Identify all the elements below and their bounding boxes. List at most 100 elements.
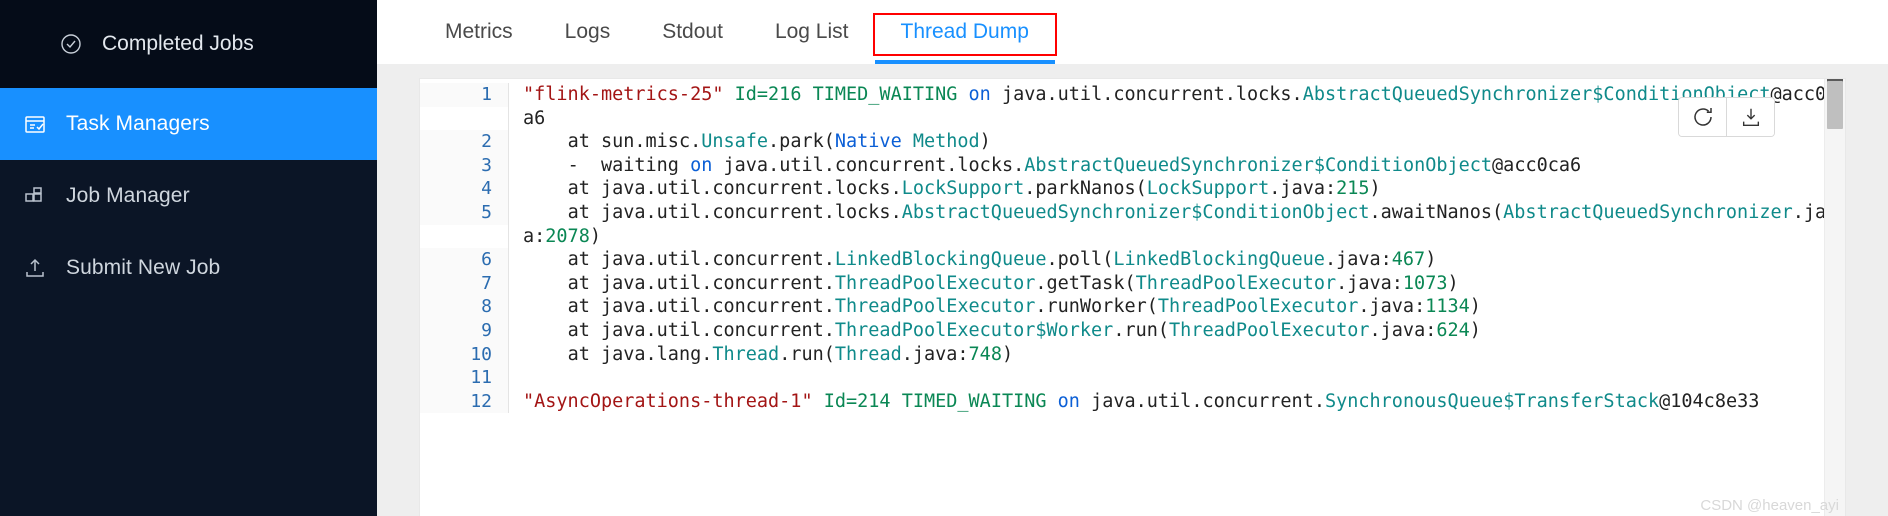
code-line: 12 "AsyncOperations-thread-1" Id=214 TIME… bbox=[420, 389, 1845, 414]
tab-label: Stdout bbox=[662, 20, 723, 43]
line-source: at java.util.concurrent.ThreadPoolExecut… bbox=[509, 272, 1845, 296]
code-line: 7 at java.util.concurrent.ThreadPoolExec… bbox=[420, 271, 1845, 296]
code-token: TIMED_WAITING bbox=[812, 84, 958, 105]
download-button[interactable] bbox=[1726, 98, 1774, 136]
line-number: 8 bbox=[420, 295, 508, 319]
code-token: @104c8e33 bbox=[1659, 390, 1760, 412]
code-line: 2 at sun.misc.Unsafe.park(Native Method) bbox=[420, 130, 1845, 154]
code-line: 11 bbox=[420, 366, 1845, 390]
tab-label: Log List bbox=[774, 20, 849, 43]
code-token: 1134 bbox=[1425, 296, 1470, 318]
line-number: 3 bbox=[420, 153, 508, 178]
sidebar-item-task-managers[interactable]: Task Managers bbox=[0, 88, 377, 160]
tab-label: Logs bbox=[564, 20, 611, 43]
sidebar-item-job-manager[interactable]: Job Manager bbox=[0, 160, 377, 232]
code-token: .java: bbox=[1324, 249, 1392, 271]
tab-log-list[interactable]: Log List bbox=[749, 0, 875, 64]
grid-blocks-icon bbox=[22, 183, 48, 209]
thread-dump-code[interactable]: 1 "flink-metrics-25" Id=216 TIMED_WAITING… bbox=[420, 79, 1845, 516]
code-token: 214 bbox=[857, 390, 891, 412]
line-number: 12 bbox=[420, 389, 508, 414]
line-number: 2 bbox=[420, 130, 508, 154]
code-token: 215 bbox=[1336, 178, 1370, 200]
line-source: - waiting on java.util.concurrent.locks.… bbox=[509, 154, 1845, 178]
code-token: .java: bbox=[1269, 178, 1337, 200]
code-token: .run( bbox=[779, 343, 835, 365]
code-token: Unsafe bbox=[701, 131, 769, 153]
line-source bbox=[509, 366, 1845, 390]
check-circle-icon bbox=[58, 31, 84, 57]
code-token: AbstractQueuedSynchronizer$ConditionObje… bbox=[901, 201, 1370, 223]
refresh-icon bbox=[1691, 105, 1715, 129]
code-token: TIMED_WAITING bbox=[901, 390, 1047, 412]
code-token: ThreadPoolExecutor bbox=[1169, 319, 1370, 341]
sidebar-header-completed-jobs[interactable]: Completed Jobs bbox=[0, 0, 377, 88]
tab-label: Metrics bbox=[445, 20, 513, 43]
code-line: 4 at java.util.concurrent.locks.LockSupp… bbox=[420, 177, 1845, 201]
line-source: "AsyncOperations-thread-1" Id=214 TIMED_… bbox=[509, 390, 1845, 414]
code-line: 9 at java.util.concurrent.ThreadPoolExec… bbox=[420, 318, 1845, 343]
vertical-scrollbar[interactable] bbox=[1824, 79, 1845, 516]
code-token: .parkNanos( bbox=[1024, 178, 1147, 200]
code-token: 748 bbox=[968, 343, 1002, 365]
tab-stdout[interactable]: Stdout bbox=[636, 0, 749, 64]
tab-label: Thread Dump bbox=[900, 20, 1029, 43]
main-content: Metrics Logs Stdout Log List Thread Dump bbox=[377, 0, 1888, 516]
code-token: at sun.misc. bbox=[523, 131, 702, 153]
tab-thread-dump[interactable]: Thread Dump bbox=[874, 0, 1056, 64]
code-token: ThreadPoolExecutor bbox=[834, 296, 1036, 318]
code-token: at java.util.concurrent.locks. bbox=[523, 201, 902, 223]
code-line: 8 at java.util.concurrent.ThreadPoolExec… bbox=[420, 295, 1845, 319]
sidebar: Completed Jobs Task Managers Job Manager… bbox=[0, 0, 377, 516]
code-token: ThreadPoolExecutor bbox=[834, 272, 1036, 294]
upload-icon bbox=[22, 255, 48, 281]
code-token: ThreadPoolExecutor bbox=[1135, 272, 1337, 294]
code-token: .getTask( bbox=[1035, 272, 1136, 294]
code-token: java.util.concurrent. bbox=[1079, 390, 1325, 412]
line-source: at java.util.concurrent.locks.LockSuppor… bbox=[509, 177, 1845, 201]
line-source: at sun.misc.Unsafe.park(Native Method) bbox=[509, 130, 1845, 154]
flink-dashboard: Completed Jobs Task Managers Job Manager… bbox=[0, 0, 1888, 516]
code-token: 216 bbox=[768, 84, 802, 105]
line-source: at java.util.concurrent.locks.AbstractQu… bbox=[509, 201, 1845, 248]
code-token: Method bbox=[912, 131, 980, 153]
code-token: LockSupport bbox=[901, 178, 1025, 200]
line-source: at java.util.concurrent.ThreadPoolExecut… bbox=[509, 295, 1845, 319]
code-token: java.util.concurrent.locks. bbox=[990, 84, 1303, 105]
code-token: SynchronousQueue$TransferStack bbox=[1324, 390, 1660, 412]
sidebar-item-label: Task Managers bbox=[66, 112, 210, 135]
code-token: .java: bbox=[1369, 319, 1437, 341]
line-number: 11 bbox=[420, 366, 508, 390]
code-token: LinkedBlockingQueue bbox=[834, 249, 1047, 271]
code-token: ) bbox=[1369, 178, 1381, 200]
line-number: 6 bbox=[420, 248, 508, 272]
refresh-button[interactable] bbox=[1679, 98, 1726, 136]
code-token: .java: bbox=[1336, 272, 1403, 294]
scrollbar-thumb[interactable] bbox=[1827, 81, 1843, 129]
code-token: ) bbox=[589, 225, 601, 247]
sidebar-item-submit-new-job[interactable]: Submit New Job bbox=[0, 232, 377, 304]
code-line: 10 at java.lang.Thread.run(Thread.java:7… bbox=[420, 342, 1845, 367]
code-token: ) bbox=[979, 131, 991, 153]
code-token: on bbox=[690, 154, 713, 176]
tab-metrics[interactable]: Metrics bbox=[419, 0, 539, 64]
code-token: .java: bbox=[1358, 296, 1426, 318]
code-token: ) bbox=[1001, 343, 1014, 365]
tab-logs[interactable]: Logs bbox=[539, 0, 637, 64]
code-token: - waiting bbox=[523, 154, 691, 176]
code-token: 624 bbox=[1436, 319, 1470, 341]
code-token: at java.util.concurrent. bbox=[523, 272, 835, 294]
code-line: 3 - waiting on java.util.concurrent.lock… bbox=[420, 153, 1845, 178]
code-token: on bbox=[1057, 390, 1080, 412]
line-source: at java.lang.Thread.run(Thread.java:748) bbox=[509, 343, 1845, 367]
code-token: AbstractQueuedSynchronizer$ConditionObje… bbox=[1024, 154, 1493, 176]
sidebar-item-label: Job Manager bbox=[66, 184, 190, 207]
code-token: at java.util.concurrent. bbox=[523, 249, 835, 271]
thread-dump-viewer: 1 "flink-metrics-25" Id=216 TIMED_WAITING… bbox=[419, 78, 1846, 516]
viewer-action-buttons bbox=[1678, 97, 1775, 137]
code-token: Native bbox=[834, 131, 902, 153]
